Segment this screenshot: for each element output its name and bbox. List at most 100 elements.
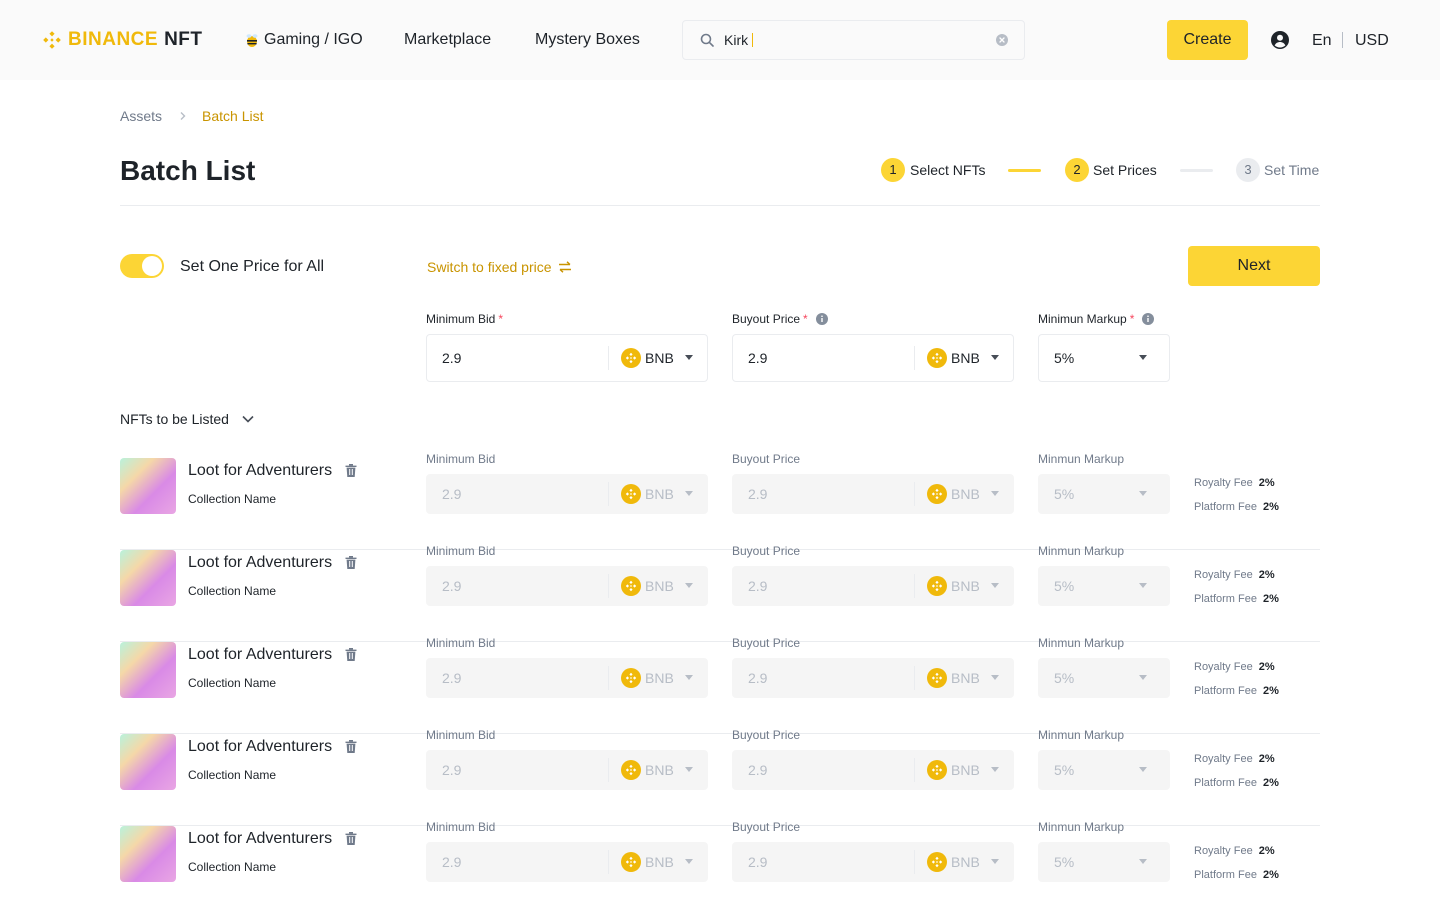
- info-icon[interactable]: [1142, 313, 1155, 325]
- currency-name: BNB: [951, 486, 980, 502]
- next-button[interactable]: Next: [1188, 246, 1320, 286]
- row-minimum-bid-field[interactable]: 2.9 BNB: [426, 842, 708, 882]
- global-minimum-bid-field[interactable]: 2.9 BNB: [426, 334, 708, 382]
- currency-dropdown[interactable]: BNB: [609, 348, 707, 368]
- step-label: Select NFTs: [910, 162, 986, 178]
- row-buyout-price-field[interactable]: 2.9 BNB: [732, 842, 1014, 882]
- row-minimum-bid-field[interactable]: 2.9 BNB: [426, 658, 708, 698]
- currency-dropdown[interactable]: BNB: [609, 576, 707, 596]
- breadcrumb-assets[interactable]: Assets: [120, 107, 162, 125]
- user-account-icon[interactable]: [1270, 30, 1290, 50]
- row-minimum-markup-select[interactable]: 5%: [1038, 750, 1170, 790]
- buyout-price-value: 2.9: [748, 670, 768, 686]
- step-connector-pending: [1180, 169, 1213, 172]
- nft-name: Loot for Adventurers: [188, 462, 333, 479]
- nfts-to-be-listed-toggle[interactable]: NFTs to be Listed: [120, 410, 254, 428]
- info-icon[interactable]: [815, 313, 828, 325]
- row-buyout-price-label: Buyout Price: [732, 636, 801, 650]
- caret-down-icon: [1139, 675, 1147, 680]
- bnb-coin-icon: [621, 576, 641, 596]
- nft-name: Loot for Adventurers: [188, 830, 333, 847]
- nav-gaming-igo[interactable]: Gaming / IGO: [244, 30, 363, 50]
- currency-dropdown[interactable]: BNB: [915, 852, 1013, 872]
- switch-to-fixed-price-link[interactable]: Switch to fixed price: [427, 258, 572, 276]
- row-minimum-markup-select[interactable]: 5%: [1038, 566, 1170, 606]
- step-label: Set Prices: [1093, 162, 1157, 178]
- global-buyout-price-field[interactable]: 2.9 BNB: [732, 334, 1014, 382]
- caret-down-icon: [991, 491, 999, 496]
- row-minimum-bid-label: Minimum Bid: [426, 452, 496, 466]
- currency-dropdown[interactable]: BNB: [609, 484, 707, 504]
- row-minimum-markup-select[interactable]: 5%: [1038, 474, 1170, 514]
- minimum-markup-label: Minimun Markup *: [1038, 311, 1155, 327]
- row-buyout-price-field[interactable]: 2.9 BNB: [732, 566, 1014, 606]
- platform-fee-value: 2%: [1262, 501, 1279, 513]
- trash-icon[interactable]: [345, 464, 357, 477]
- row-minimum-bid-field[interactable]: 2.9 BNB: [426, 566, 708, 606]
- caret-down-icon: [685, 583, 693, 588]
- platform-fee-label: Platform Fee: [1194, 777, 1257, 789]
- currency-dropdown[interactable]: BNB: [609, 760, 707, 780]
- currency-dropdown[interactable]: BNB: [915, 576, 1013, 596]
- caret-down-icon: [685, 675, 693, 680]
- search-icon: [700, 33, 714, 47]
- currency-dropdown[interactable]: BNB: [609, 852, 707, 872]
- currency-dropdown[interactable]: BNB: [609, 668, 707, 688]
- clear-search-icon[interactable]: [996, 34, 1008, 46]
- platform-fee-value: 2%: [1262, 593, 1279, 605]
- buyout-price-value: 2.9: [748, 486, 768, 502]
- nft-name: Loot for Adventurers: [188, 738, 333, 755]
- row-minimum-bid-label: Minimum Bid: [426, 544, 496, 558]
- nav-marketplace[interactable]: Marketplace: [404, 30, 491, 50]
- royalty-fee-label: Royalty Fee: [1194, 569, 1253, 581]
- minimum-bid-value: 2.9: [442, 670, 462, 686]
- row-buyout-price-field[interactable]: 2.9 BNB: [732, 658, 1014, 698]
- nft-row: Loot for Adventurers Collection Name Min…: [120, 820, 1320, 900]
- caret-down-icon: [991, 859, 999, 864]
- platform-fee: Platform Fee 2%: [1194, 499, 1279, 515]
- row-minimum-markup-select[interactable]: 5%: [1038, 842, 1170, 882]
- text-caret: [752, 33, 754, 47]
- currency-name: BNB: [645, 578, 674, 594]
- caret-down-icon: [991, 675, 999, 680]
- search-input[interactable]: Kirk: [682, 20, 1025, 60]
- row-buyout-price-label: Buyout Price: [732, 452, 801, 466]
- royalty-fee: Royalty Fee 2%: [1194, 475, 1275, 491]
- currency-dropdown[interactable]: BNB: [915, 668, 1013, 688]
- bnb-coin-icon: [927, 484, 947, 504]
- royalty-fee: Royalty Fee 2%: [1194, 843, 1275, 859]
- global-minimum-markup-select[interactable]: 5%: [1038, 334, 1170, 382]
- row-buyout-price-field[interactable]: 2.9 BNB: [732, 750, 1014, 790]
- create-button[interactable]: Create: [1167, 20, 1248, 60]
- trash-icon[interactable]: [345, 556, 357, 569]
- minimum-bid-value: 2.9: [442, 578, 462, 594]
- row-minimum-bid-field[interactable]: 2.9 BNB: [426, 750, 708, 790]
- bnb-coin-icon: [621, 852, 641, 872]
- language-selector[interactable]: En: [1312, 31, 1332, 51]
- row-minimum-bid-label: Minimum Bid: [426, 636, 496, 650]
- binance-nft-logo[interactable]: BINANCE NFT: [40, 28, 203, 52]
- page-title: Batch List: [120, 155, 256, 186]
- top-nav-bar: BINANCE NFT Gaming / IGO Marketplace Myst…: [0, 0, 1440, 80]
- trash-icon[interactable]: [345, 740, 357, 753]
- set-one-price-toggle[interactable]: [120, 254, 164, 278]
- nft-row: Loot for Adventurers Collection Name Min…: [120, 728, 1320, 826]
- step-connector-done: [1008, 169, 1041, 172]
- trash-icon[interactable]: [345, 648, 357, 661]
- bnb-coin-icon: [927, 760, 947, 780]
- currency-selector[interactable]: USD: [1355, 31, 1389, 51]
- royalty-fee: Royalty Fee 2%: [1194, 567, 1275, 583]
- nfts-to-be-listed-label: NFTs to be Listed: [120, 411, 229, 427]
- row-minimum-markup-select[interactable]: 5%: [1038, 658, 1170, 698]
- collection-name: Collection Name: [188, 860, 277, 874]
- row-buyout-price-field[interactable]: 2.9 BNB: [732, 474, 1014, 514]
- toggle-knob: [142, 256, 162, 276]
- currency-dropdown[interactable]: BNB: [915, 484, 1013, 504]
- bnb-coin-icon: [621, 484, 641, 504]
- currency-dropdown[interactable]: BNB: [915, 348, 1013, 368]
- row-minimum-bid-field[interactable]: 2.9 BNB: [426, 474, 708, 514]
- trash-icon[interactable]: [345, 832, 357, 845]
- currency-dropdown[interactable]: BNB: [915, 760, 1013, 780]
- nav-mystery-boxes[interactable]: Mystery Boxes: [535, 30, 640, 50]
- bnb-coin-icon: [927, 348, 947, 368]
